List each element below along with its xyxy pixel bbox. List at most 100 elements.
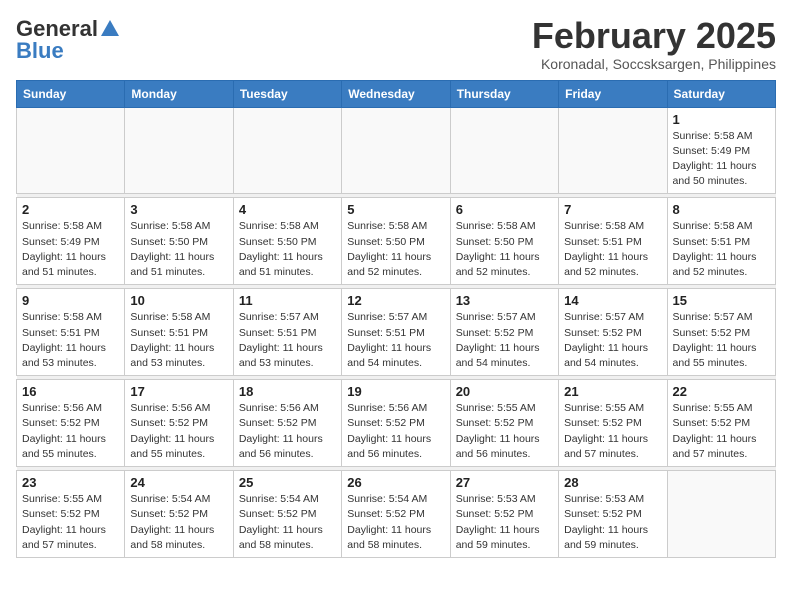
calendar-cell: 19 Sunrise: 5:56 AM Sunset: 5:52 PM Dayli… (342, 380, 450, 467)
page-header: General Blue February 2025 Koronadal, So… (16, 16, 776, 72)
calendar-cell: 18 Sunrise: 5:56 AM Sunset: 5:52 PM Dayli… (233, 380, 341, 467)
calendar-cell: 17 Sunrise: 5:56 AM Sunset: 5:52 PM Dayli… (125, 380, 233, 467)
calendar-table: SundayMondayTuesdayWednesdayThursdayFrid… (16, 80, 776, 558)
calendar-cell (342, 107, 450, 194)
day-number: 19 (347, 384, 444, 399)
calendar-cell: 15 Sunrise: 5:57 AM Sunset: 5:52 PM Dayli… (667, 289, 775, 376)
calendar-cell: 21 Sunrise: 5:55 AM Sunset: 5:52 PM Dayli… (559, 380, 667, 467)
day-info: Sunrise: 5:58 AM Sunset: 5:51 PM Dayligh… (673, 219, 770, 280)
day-info: Sunrise: 5:57 AM Sunset: 5:52 PM Dayligh… (564, 310, 661, 371)
day-number: 3 (130, 202, 227, 217)
location-subtitle: Koronadal, Soccsksargen, Philippines (532, 56, 776, 72)
day-number: 11 (239, 293, 336, 308)
day-number: 10 (130, 293, 227, 308)
calendar-cell (559, 107, 667, 194)
col-header-wednesday: Wednesday (342, 80, 450, 107)
calendar-cell: 9Sunrise: 5:58 AM Sunset: 5:51 PM Daylig… (17, 289, 125, 376)
day-info: Sunrise: 5:54 AM Sunset: 5:52 PM Dayligh… (347, 492, 444, 553)
day-number: 18 (239, 384, 336, 399)
day-number: 12 (347, 293, 444, 308)
day-info: Sunrise: 5:56 AM Sunset: 5:52 PM Dayligh… (22, 401, 119, 462)
calendar-cell: 11Sunrise: 5:57 AM Sunset: 5:51 PM Dayli… (233, 289, 341, 376)
title-block: February 2025 Koronadal, Soccsksargen, P… (532, 16, 776, 72)
calendar-cell (667, 471, 775, 558)
day-info: Sunrise: 5:56 AM Sunset: 5:52 PM Dayligh… (239, 401, 336, 462)
day-info: Sunrise: 5:57 AM Sunset: 5:52 PM Dayligh… (673, 310, 770, 371)
day-info: Sunrise: 5:55 AM Sunset: 5:52 PM Dayligh… (456, 401, 553, 462)
calendar-cell: 27 Sunrise: 5:53 AM Sunset: 5:52 PM Dayli… (450, 471, 558, 558)
day-number: 28 (564, 475, 661, 490)
day-number: 1 (673, 112, 770, 127)
calendar-cell: 28 Sunrise: 5:53 AM Sunset: 5:52 PM Dayli… (559, 471, 667, 558)
logo-icon (99, 18, 121, 40)
day-number: 25 (239, 475, 336, 490)
col-header-tuesday: Tuesday (233, 80, 341, 107)
day-number: 4 (239, 202, 336, 217)
day-info: Sunrise: 5:58 AM Sunset: 5:50 PM Dayligh… (130, 219, 227, 280)
day-number: 27 (456, 475, 553, 490)
day-number: 17 (130, 384, 227, 399)
day-info: Sunrise: 5:54 AM Sunset: 5:52 PM Dayligh… (239, 492, 336, 553)
day-info: Sunrise: 5:56 AM Sunset: 5:52 PM Dayligh… (130, 401, 227, 462)
day-number: 13 (456, 293, 553, 308)
calendar-cell: 25 Sunrise: 5:54 AM Sunset: 5:52 PM Dayli… (233, 471, 341, 558)
month-year-title: February 2025 (532, 16, 776, 56)
calendar-cell: 24 Sunrise: 5:54 AM Sunset: 5:52 PM Dayli… (125, 471, 233, 558)
calendar-cell: 16 Sunrise: 5:56 AM Sunset: 5:52 PM Dayli… (17, 380, 125, 467)
col-header-sunday: Sunday (17, 80, 125, 107)
calendar-cell (450, 107, 558, 194)
day-number: 24 (130, 475, 227, 490)
day-info: Sunrise: 5:58 AM Sunset: 5:51 PM Dayligh… (22, 310, 119, 371)
day-number: 15 (673, 293, 770, 308)
day-info: Sunrise: 5:58 AM Sunset: 5:49 PM Dayligh… (673, 129, 770, 190)
day-info: Sunrise: 5:53 AM Sunset: 5:52 PM Dayligh… (456, 492, 553, 553)
calendar-cell (233, 107, 341, 194)
day-number: 26 (347, 475, 444, 490)
calendar-cell: 23Sunrise: 5:55 AM Sunset: 5:52 PM Dayli… (17, 471, 125, 558)
calendar-cell: 1 Sunrise: 5:58 AM Sunset: 5:49 PM Daylig… (667, 107, 775, 194)
day-info: Sunrise: 5:57 AM Sunset: 5:52 PM Dayligh… (456, 310, 553, 371)
day-number: 6 (456, 202, 553, 217)
day-info: Sunrise: 5:58 AM Sunset: 5:51 PM Dayligh… (130, 310, 227, 371)
calendar-cell: 6 Sunrise: 5:58 AM Sunset: 5:50 PM Daylig… (450, 198, 558, 285)
day-info: Sunrise: 5:58 AM Sunset: 5:50 PM Dayligh… (456, 219, 553, 280)
day-info: Sunrise: 5:56 AM Sunset: 5:52 PM Dayligh… (347, 401, 444, 462)
day-info: Sunrise: 5:58 AM Sunset: 5:50 PM Dayligh… (347, 219, 444, 280)
calendar-cell: 14 Sunrise: 5:57 AM Sunset: 5:52 PM Dayli… (559, 289, 667, 376)
day-number: 2 (22, 202, 119, 217)
day-info: Sunrise: 5:58 AM Sunset: 5:49 PM Dayligh… (22, 219, 119, 280)
col-header-thursday: Thursday (450, 80, 558, 107)
day-number: 5 (347, 202, 444, 217)
day-number: 23 (22, 475, 119, 490)
calendar-cell: 13 Sunrise: 5:57 AM Sunset: 5:52 PM Dayli… (450, 289, 558, 376)
day-number: 21 (564, 384, 661, 399)
calendar-cell: 10 Sunrise: 5:58 AM Sunset: 5:51 PM Dayli… (125, 289, 233, 376)
day-number: 20 (456, 384, 553, 399)
calendar-week-row: 23Sunrise: 5:55 AM Sunset: 5:52 PM Dayli… (17, 471, 776, 558)
logo: General Blue (16, 16, 121, 64)
calendar-cell: 8 Sunrise: 5:58 AM Sunset: 5:51 PM Daylig… (667, 198, 775, 285)
col-header-friday: Friday (559, 80, 667, 107)
calendar-cell: 4 Sunrise: 5:58 AM Sunset: 5:50 PM Daylig… (233, 198, 341, 285)
day-info: Sunrise: 5:53 AM Sunset: 5:52 PM Dayligh… (564, 492, 661, 553)
calendar-cell: 22Sunrise: 5:55 AM Sunset: 5:52 PM Dayli… (667, 380, 775, 467)
calendar-cell: 5 Sunrise: 5:58 AM Sunset: 5:50 PM Daylig… (342, 198, 450, 285)
day-number: 22 (673, 384, 770, 399)
day-number: 16 (22, 384, 119, 399)
day-info: Sunrise: 5:58 AM Sunset: 5:50 PM Dayligh… (239, 219, 336, 280)
day-info: Sunrise: 5:55 AM Sunset: 5:52 PM Dayligh… (564, 401, 661, 462)
col-header-monday: Monday (125, 80, 233, 107)
day-number: 8 (673, 202, 770, 217)
calendar-cell: 2 Sunrise: 5:58 AM Sunset: 5:49 PM Daylig… (17, 198, 125, 285)
day-number: 14 (564, 293, 661, 308)
col-header-saturday: Saturday (667, 80, 775, 107)
calendar-week-row: 9Sunrise: 5:58 AM Sunset: 5:51 PM Daylig… (17, 289, 776, 376)
day-info: Sunrise: 5:54 AM Sunset: 5:52 PM Dayligh… (130, 492, 227, 553)
calendar-cell: 3 Sunrise: 5:58 AM Sunset: 5:50 PM Daylig… (125, 198, 233, 285)
day-info: Sunrise: 5:57 AM Sunset: 5:51 PM Dayligh… (347, 310, 444, 371)
logo-blue-text: Blue (16, 38, 64, 64)
calendar-cell: 26 Sunrise: 5:54 AM Sunset: 5:52 PM Dayli… (342, 471, 450, 558)
calendar-week-row: 2 Sunrise: 5:58 AM Sunset: 5:49 PM Daylig… (17, 198, 776, 285)
day-number: 7 (564, 202, 661, 217)
calendar-week-row: 16 Sunrise: 5:56 AM Sunset: 5:52 PM Dayli… (17, 380, 776, 467)
